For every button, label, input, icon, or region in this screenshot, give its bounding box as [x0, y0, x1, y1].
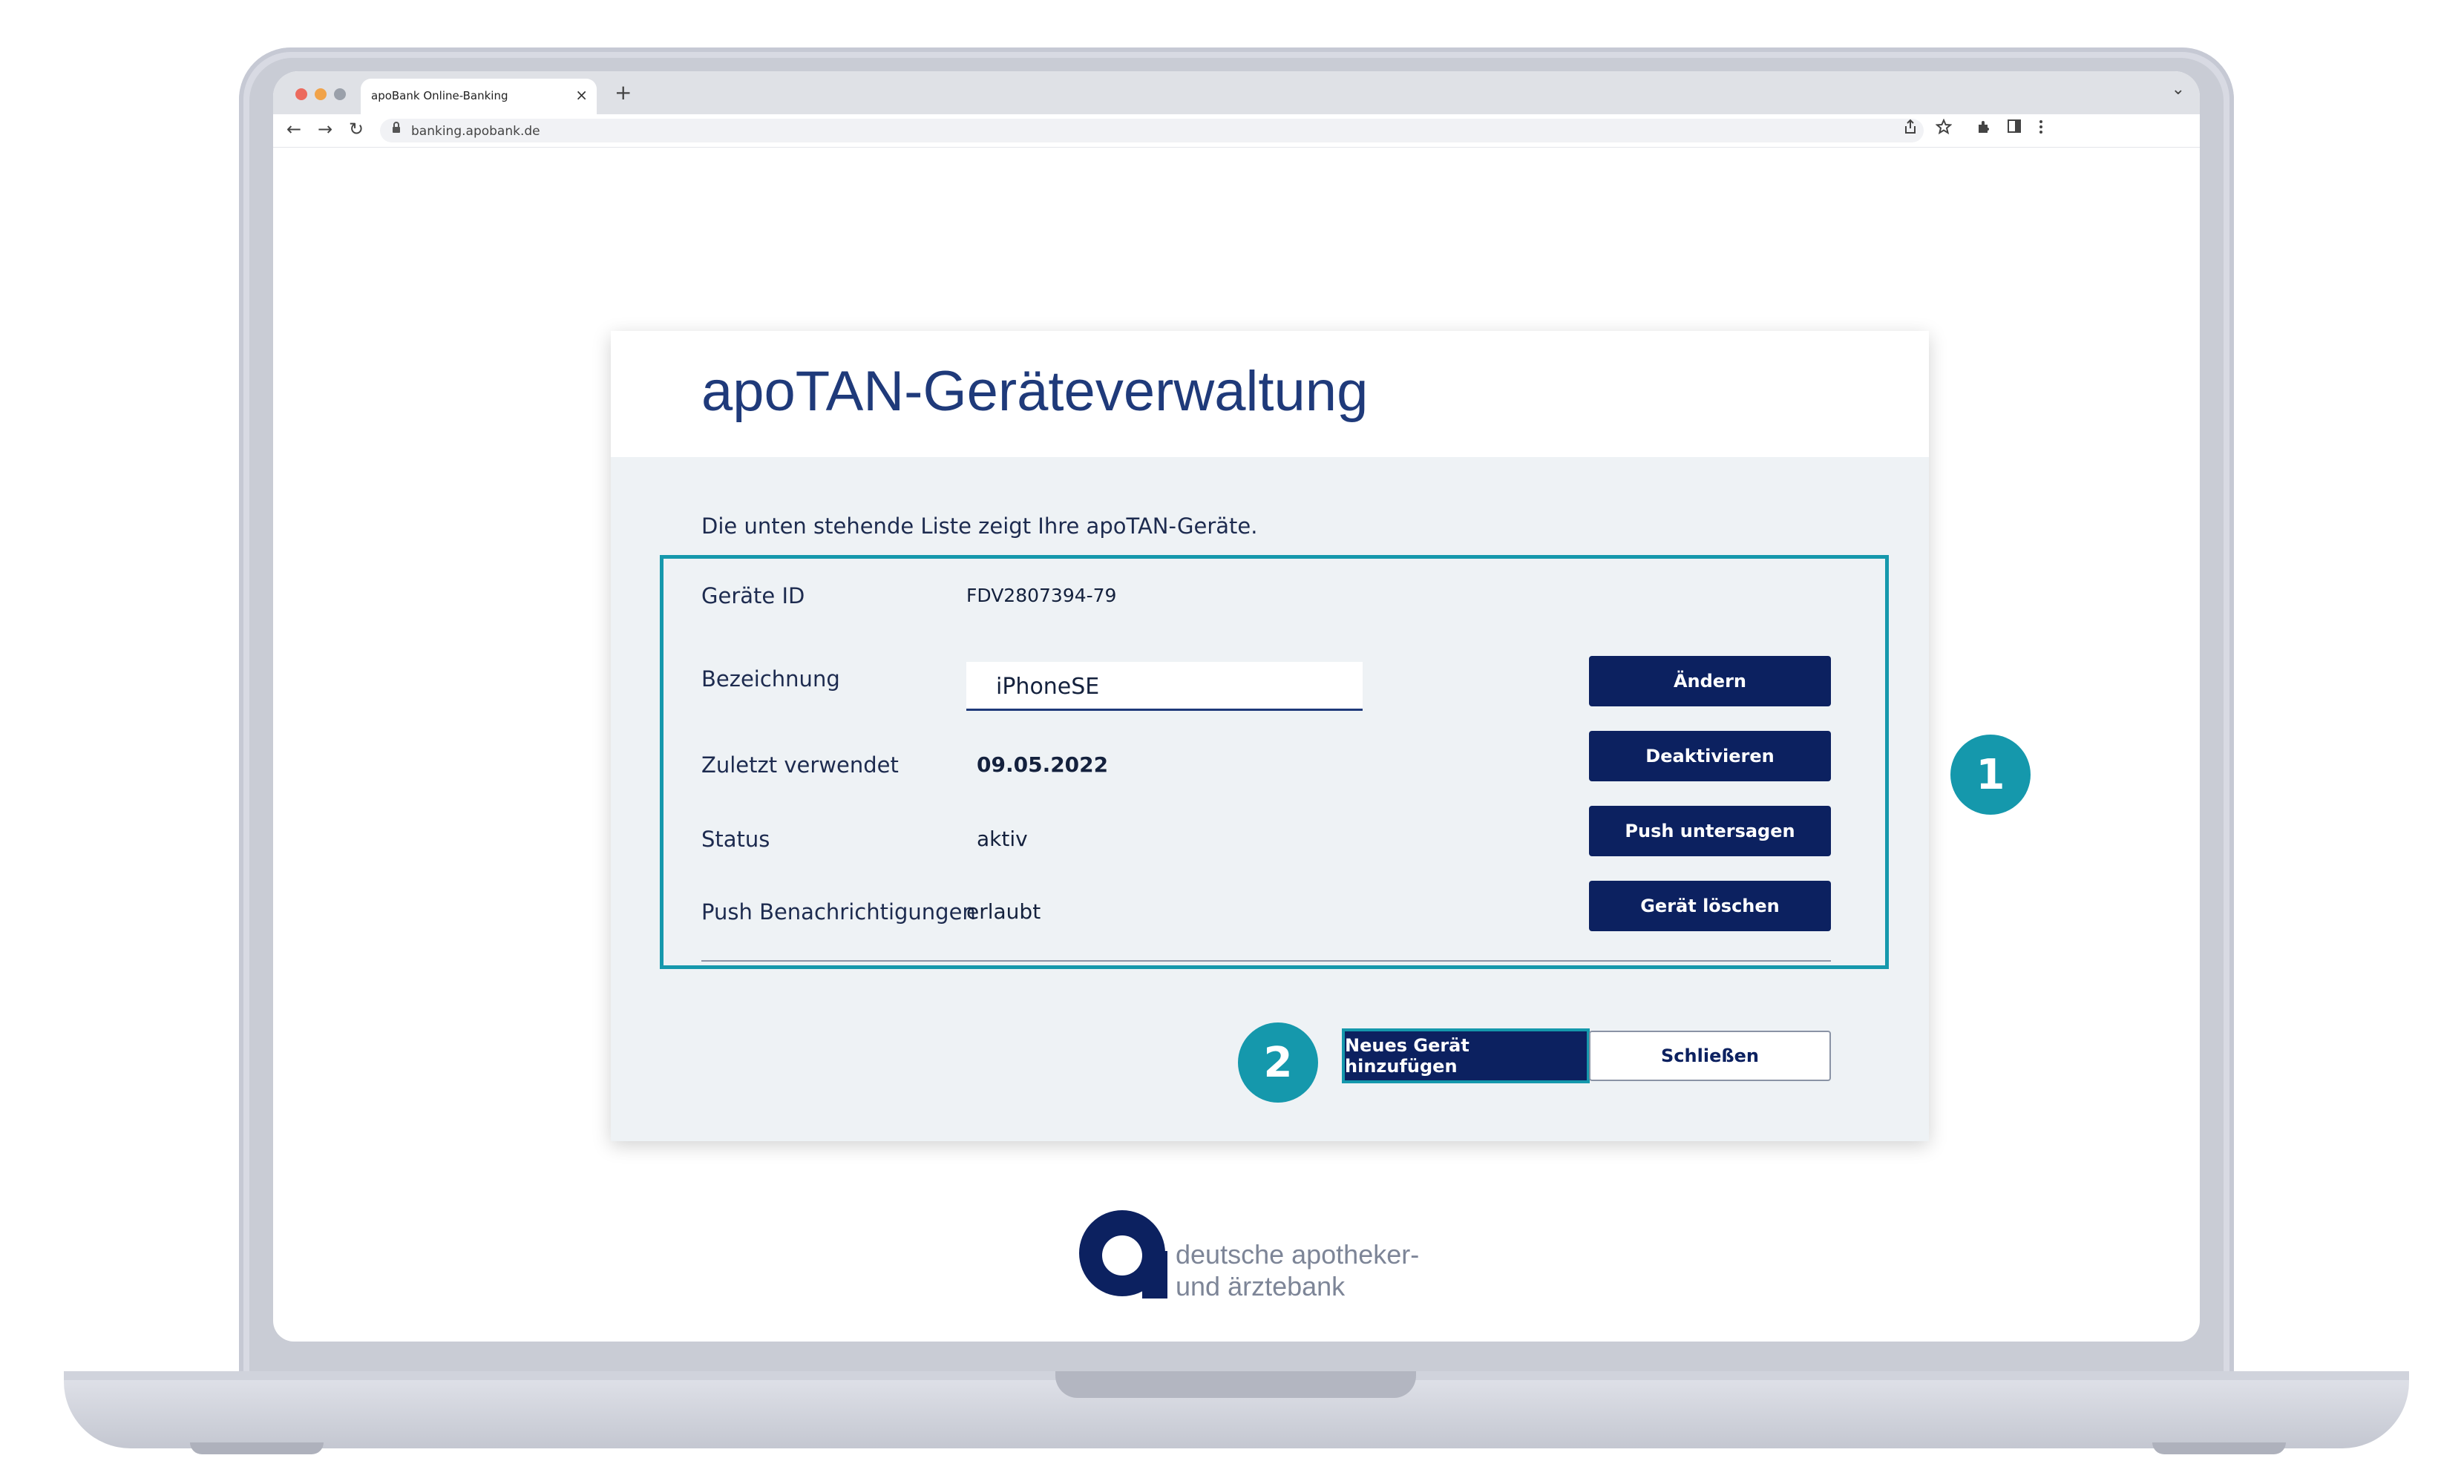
device-name-value: iPhoneSE — [996, 674, 1100, 700]
name-label: Bezeichnung — [701, 666, 840, 692]
last-used-value: 09.05.2022 — [977, 752, 1109, 777]
share-icon[interactable] — [1903, 119, 1918, 139]
callout-marker-2: 2 — [1238, 1022, 1318, 1103]
delete-device-button[interactable]: Gerät löschen — [1589, 881, 1831, 931]
sidepanel-icon[interactable] — [2007, 119, 2022, 138]
close-button[interactable]: Schließen — [1589, 1031, 1831, 1081]
logo-line-2: und ärztebank — [1176, 1271, 1346, 1301]
push-notifications-label: Push Benachrichtigungen — [701, 899, 976, 925]
callout-marker-1: 1 — [1950, 735, 2031, 815]
dialog-title: apoTAN-Geräteverwaltung — [701, 360, 1369, 423]
browser-tab[interactable]: apoBank Online-Banking × — [361, 79, 597, 114]
device-id-value: FDV2807394-79 — [966, 585, 1117, 606]
status-value: aktiv — [977, 827, 1028, 851]
maximize-window-icon[interactable] — [334, 88, 346, 100]
add-device-button[interactable]: Neues Gerät hinzufügen — [1342, 1028, 1590, 1083]
laptop-notch — [1055, 1371, 1416, 1398]
device-id-label: Geräte ID — [701, 583, 805, 608]
logo-line-1: deutsche apotheker- — [1176, 1239, 1420, 1270]
url-input[interactable]: banking.apobank.de — [380, 119, 1924, 142]
deactivate-button[interactable]: Deaktivieren — [1589, 731, 1831, 781]
close-window-icon[interactable] — [295, 88, 307, 100]
menu-icon[interactable] — [2038, 119, 2044, 139]
reload-icon[interactable]: ↻ — [349, 119, 364, 139]
url-text: banking.apobank.de — [411, 124, 540, 139]
star-icon[interactable] — [1935, 118, 1953, 139]
push-notifications-value: erlaubt — [966, 899, 1041, 924]
change-button[interactable]: Ändern — [1589, 656, 1831, 706]
laptop-screen: apoBank Online-Banking × + ⌄ ← → ↻ banki… — [273, 71, 2200, 1342]
device-name-field[interactable]: iPhoneSE — [966, 662, 1363, 711]
tab-title: apoBank Online-Banking — [371, 89, 508, 102]
logo-wordmark: deutsche apotheker- und ärztebank — [1176, 1238, 1419, 1302]
back-arrow-icon[interactable]: ← — [286, 119, 301, 139]
laptop-foot-right — [2152, 1442, 2286, 1454]
forward-arrow-icon[interactable]: → — [318, 119, 332, 139]
intro-text: Die unten stehende Liste zeigt Ihre apoT… — [701, 513, 1258, 539]
status-label: Status — [701, 827, 770, 852]
forbid-push-button[interactable]: Push untersagen — [1589, 806, 1831, 856]
details-separator — [701, 960, 1831, 962]
laptop-foot-left — [190, 1442, 324, 1454]
tab-list-chevron-icon[interactable]: ⌄ — [2172, 80, 2185, 99]
minimize-window-icon[interactable] — [315, 88, 327, 100]
lock-icon — [392, 122, 401, 137]
dialog-header: apoTAN-Geräteverwaltung — [611, 331, 1929, 457]
new-tab-icon[interactable]: + — [615, 80, 632, 105]
apobank-logo-icon — [1077, 1208, 1167, 1298]
last-used-label: Zuletzt verwendet — [701, 752, 899, 778]
browser-address-bar: ← → ↻ banking.apobank.de — [273, 114, 2200, 148]
browser-tab-bar: apoBank Online-Banking × + ⌄ — [273, 71, 2200, 114]
extensions-icon[interactable] — [1976, 119, 1992, 139]
tab-close-icon[interactable]: × — [575, 86, 588, 104]
